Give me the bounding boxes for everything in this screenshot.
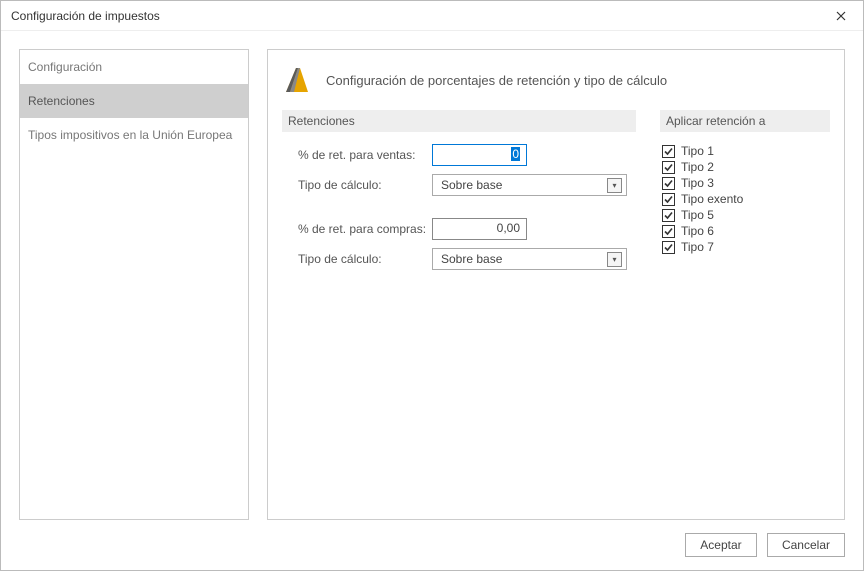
row-ventas-tipo: Tipo de cálculo: Sobre base ▾	[282, 174, 636, 196]
input-compras-pct[interactable]: 0,00	[432, 218, 527, 240]
close-button[interactable]	[818, 1, 863, 31]
apply-to-label: Tipo exento	[681, 192, 743, 206]
apply-to-label: Tipo 3	[681, 176, 714, 190]
apply-to-item: Tipo 7	[660, 240, 830, 254]
chevron-down-icon: ▾	[607, 178, 622, 193]
sidebar-item-configuracion[interactable]: Configuración	[20, 50, 248, 84]
apply-to-list: Tipo 1 Tipo 2 Tipo 3 Tipo exento Tipo 5 Tipo …	[660, 144, 830, 254]
accept-button[interactable]: Aceptar	[685, 533, 757, 557]
input-ventas-pct[interactable]: 0	[432, 144, 527, 166]
select-compras-tipo[interactable]: Sobre base ▾	[432, 248, 627, 270]
columns: Retenciones % de ret. para ventas: 0 Tip…	[282, 110, 830, 278]
sidebar-item-tipos-ue[interactable]: Tipos impositivos en la Unión Europea	[20, 118, 248, 152]
section-header-aplicar: Aplicar retención a	[660, 110, 830, 132]
titlebar: Configuración de impuestos	[1, 1, 863, 31]
right-column: Aplicar retención a Tipo 1Tipo 2Tipo 3Ti…	[660, 110, 830, 278]
apply-to-label: Tipo 5	[681, 208, 714, 222]
dialog-body: Configuración Retenciones Tipos impositi…	[1, 31, 863, 520]
agency-logo-icon	[282, 64, 314, 96]
apply-to-item: Tipo 6	[660, 224, 830, 238]
checkbox[interactable]	[662, 209, 675, 222]
checkbox[interactable]	[662, 241, 675, 254]
apply-to-label: Tipo 7	[681, 240, 714, 254]
label-ventas-pct: % de ret. para ventas:	[282, 148, 432, 162]
dialog-window: Configuración de impuestos Configuración…	[0, 0, 864, 571]
apply-to-label: Tipo 6	[681, 224, 714, 238]
apply-to-item: Tipo exento	[660, 192, 830, 206]
label-compras-pct: % de ret. para compras:	[282, 222, 432, 236]
apply-to-item: Tipo 2	[660, 160, 830, 174]
sidebar-item-retenciones[interactable]: Retenciones	[20, 84, 248, 118]
chevron-down-icon: ▾	[607, 252, 622, 267]
apply-to-label: Tipo 2	[681, 160, 714, 174]
content-title: Configuración de porcentajes de retenció…	[326, 73, 667, 88]
checkbox[interactable]	[662, 177, 675, 190]
sidebar: Configuración Retenciones Tipos impositi…	[19, 49, 249, 520]
cancel-button[interactable]: Cancelar	[767, 533, 845, 557]
select-ventas-tipo[interactable]: Sobre base ▾	[432, 174, 627, 196]
select-ventas-tipo-value: Sobre base	[441, 178, 502, 192]
row-compras-pct: % de ret. para compras: 0,00	[282, 218, 636, 240]
window-title: Configuración de impuestos	[11, 9, 160, 23]
select-compras-tipo-value: Sobre base	[441, 252, 502, 266]
checkbox[interactable]	[662, 193, 675, 206]
label-ventas-tipo: Tipo de cálculo:	[282, 178, 432, 192]
content-panel: Configuración de porcentajes de retenció…	[267, 49, 845, 520]
section-header-retenciones: Retenciones	[282, 110, 636, 132]
apply-to-label: Tipo 1	[681, 144, 714, 158]
dialog-footer: Aceptar Cancelar	[1, 520, 863, 570]
checkbox[interactable]	[662, 145, 675, 158]
checkbox[interactable]	[662, 225, 675, 238]
checkbox[interactable]	[662, 161, 675, 174]
content-header: Configuración de porcentajes de retenció…	[282, 64, 830, 96]
label-compras-tipo: Tipo de cálculo:	[282, 252, 432, 266]
left-column: Retenciones % de ret. para ventas: 0 Tip…	[282, 110, 636, 278]
apply-to-item: Tipo 5	[660, 208, 830, 222]
apply-to-item: Tipo 3	[660, 176, 830, 190]
apply-to-item: Tipo 1	[660, 144, 830, 158]
row-compras-tipo: Tipo de cálculo: Sobre base ▾	[282, 248, 636, 270]
close-icon	[836, 11, 846, 21]
row-ventas-pct: % de ret. para ventas: 0	[282, 144, 636, 166]
